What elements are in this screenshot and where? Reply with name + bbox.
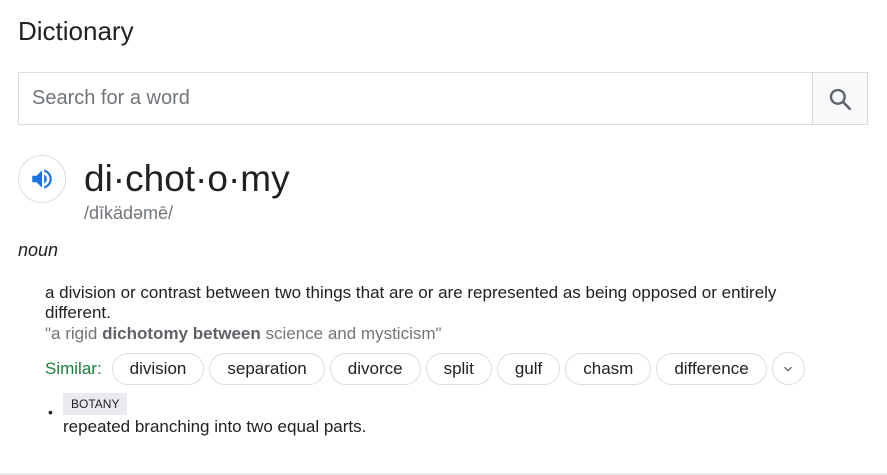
- pronunciation-button[interactable]: [18, 155, 66, 203]
- similar-chip-gulf[interactable]: gulf: [496, 352, 561, 385]
- search-icon: [829, 88, 852, 110]
- similar-label: Similar:: [45, 358, 102, 378]
- part-of-speech: noun: [18, 240, 59, 260]
- similar-chip-chasm[interactable]: chasm: [565, 352, 652, 385]
- similar-chip-split[interactable]: split: [425, 352, 492, 385]
- example-prefix: "a rigid: [45, 324, 103, 343]
- example-suffix: science and mysticism": [260, 324, 442, 343]
- definition-2: repeated branching into two equal parts.: [63, 417, 367, 436]
- headword: di·chot·o·my: [84, 158, 290, 199]
- search-input[interactable]: [19, 73, 812, 124]
- sense-bullet: •: [48, 404, 53, 420]
- similar-chip-separation[interactable]: separation: [209, 352, 325, 385]
- page-title: Dictionary: [18, 16, 134, 46]
- example-sentence: "a rigid dichotomy between science and m…: [45, 324, 442, 344]
- similar-chip-division[interactable]: division: [111, 352, 205, 385]
- search-button[interactable]: [812, 73, 867, 124]
- similar-words: Similar: division separation divorce spl…: [45, 352, 805, 385]
- similar-chip-divorce[interactable]: divorce: [329, 352, 421, 385]
- speaker-icon: [32, 169, 52, 189]
- expand-similar-button[interactable]: [771, 352, 805, 385]
- example-highlight: dichotomy between: [102, 324, 261, 343]
- search-bar: [18, 72, 868, 125]
- chevron-down-icon: [784, 366, 793, 372]
- definition-1: a division or contrast between two thing…: [45, 283, 777, 322]
- similar-chip-difference[interactable]: difference: [656, 352, 767, 385]
- phonetic-spelling: /dīkädəmē/: [84, 203, 174, 223]
- domain-label: BOTANY: [63, 393, 128, 415]
